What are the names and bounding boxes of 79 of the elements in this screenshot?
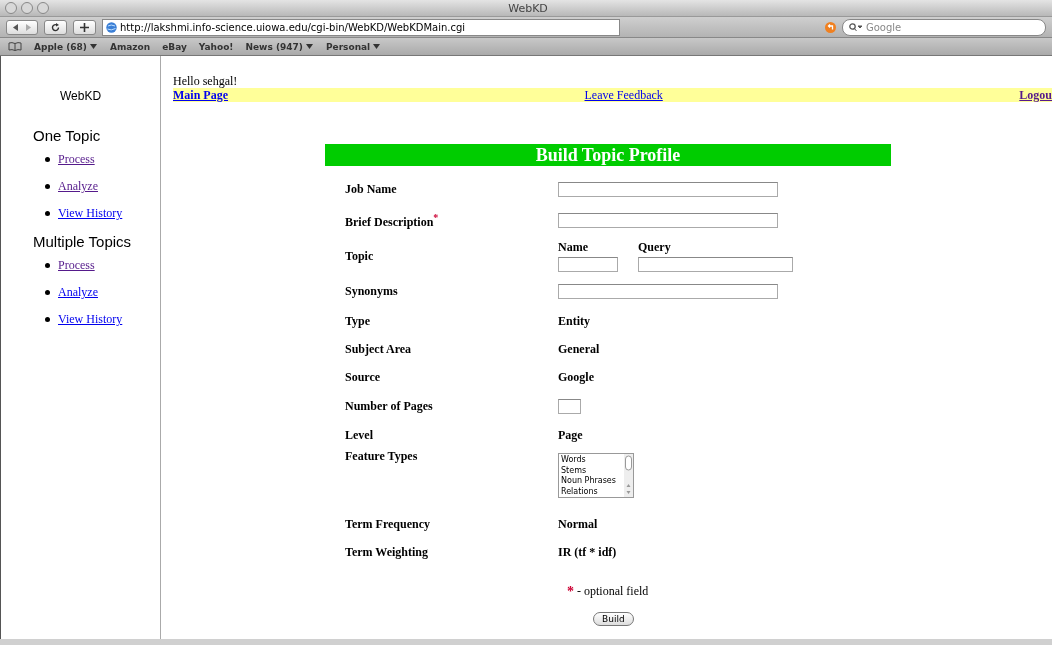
bullet-icon	[45, 317, 50, 322]
field-label: Term Frequency	[345, 516, 431, 532]
field-value: Page	[558, 427, 583, 443]
field-label: Source	[345, 369, 382, 385]
sidebar-link[interactable]: Analyze	[58, 179, 98, 194]
field-label: Term Weighting	[345, 544, 429, 560]
field-label: Feature Types	[345, 449, 419, 464]
field-value: Normal	[558, 516, 598, 532]
scrollbar-icon[interactable]	[624, 454, 633, 497]
logo-text: WebKD	[58, 89, 103, 103]
field-value: Google	[558, 369, 594, 385]
window-control-icon[interactable]	[5, 2, 17, 14]
window-title: WebKD	[507, 1, 549, 15]
bullet-icon	[45, 290, 50, 295]
bullet-icon	[45, 184, 50, 189]
search-icon	[849, 22, 862, 32]
caret-icon	[373, 43, 382, 50]
column-label: Name	[558, 240, 589, 255]
text-field[interactable]	[558, 257, 618, 272]
text-field[interactable]	[558, 284, 778, 299]
list-option[interactable]: Noun Phrases	[561, 476, 622, 487]
sidebar-link[interactable]: View History	[58, 312, 123, 327]
nav-link[interactable]: Logou	[1019, 87, 1052, 103]
sidebar-link[interactable]: View History	[58, 206, 123, 221]
list-option[interactable]: Stems	[561, 465, 622, 476]
caret-icon	[89, 43, 98, 50]
reload-button[interactable]	[44, 19, 67, 35]
back-forward-arrows-icon	[13, 23, 31, 31]
address-field[interactable]: http://lakshmi.info-science.uiowa.edu/cgi-bin/WebKD/WebKDMain.cgi	[102, 18, 620, 36]
field-label: Topic	[345, 248, 375, 264]
list-option[interactable]: Relations	[561, 486, 622, 497]
optional-note: * - optional field	[566, 584, 650, 600]
bullet-icon	[45, 157, 50, 162]
plus-icon	[80, 22, 89, 32]
bullet-icon	[45, 211, 50, 216]
window-control-icon[interactable]	[21, 2, 33, 14]
sidebar-link[interactable]: Analyze	[58, 285, 98, 300]
bookmark-item[interactable]: Amazon	[109, 41, 151, 52]
bookmark-item[interactable]: Personal	[325, 41, 382, 52]
field-label: Type	[345, 313, 372, 329]
field-label: Brief Description$^{*}$	[345, 211, 440, 230]
field-value: General	[558, 341, 600, 357]
window-control-icon[interactable]	[37, 2, 49, 14]
search-field[interactable]: Google	[842, 18, 1046, 36]
text-field[interactable]	[558, 398, 581, 414]
field-label: Synonyms	[345, 284, 399, 299]
field-label: Subject Area	[345, 341, 413, 357]
back-forward-button[interactable]	[6, 19, 38, 35]
caret-icon	[305, 43, 314, 50]
list-box[interactable]: Words Stems Noun Phrases Relations	[558, 453, 634, 498]
field-label: Level	[345, 427, 374, 443]
text-field[interactable]	[558, 213, 778, 228]
field-value: Entity	[558, 313, 590, 329]
text-field[interactable]	[638, 257, 793, 272]
field-value: IR (tf * idf)	[558, 544, 617, 560]
reload-icon	[51, 22, 60, 32]
sidebar-link[interactable]: Process	[58, 152, 95, 167]
nav-link[interactable]: Leave Feedback	[584, 87, 663, 103]
bookmark-item[interactable]: News (947)	[245, 41, 314, 52]
section-heading: One Topic	[32, 127, 102, 144]
greeting-text: Hello sehgal!	[173, 75, 239, 88]
section-heading: Multiple Topics	[32, 233, 133, 250]
add-bookmark-button[interactable]	[73, 19, 96, 35]
bookmark-item[interactable]: Yahoo!	[198, 41, 234, 52]
bookmark-item[interactable]: Apple (68)	[34, 41, 98, 52]
list-option[interactable]: Words	[561, 455, 622, 466]
nav-link[interactable]: Main Page	[173, 87, 228, 103]
field-label: Number of Pages	[345, 398, 434, 414]
build-button[interactable]: Build	[593, 612, 634, 626]
bullet-icon	[45, 263, 50, 268]
sidebar-link[interactable]: Process	[58, 258, 95, 273]
text-field[interactable]	[558, 182, 778, 197]
column-label: Query	[638, 240, 672, 255]
field-label: Job Name	[345, 182, 398, 197]
bookmark-item[interactable]: eBay	[162, 41, 187, 52]
book-icon[interactable]	[8, 42, 22, 51]
form-title: Build Topic Profile	[325, 144, 891, 166]
snapback-icon[interactable]	[825, 21, 836, 33]
globe-icon	[106, 21, 117, 33]
